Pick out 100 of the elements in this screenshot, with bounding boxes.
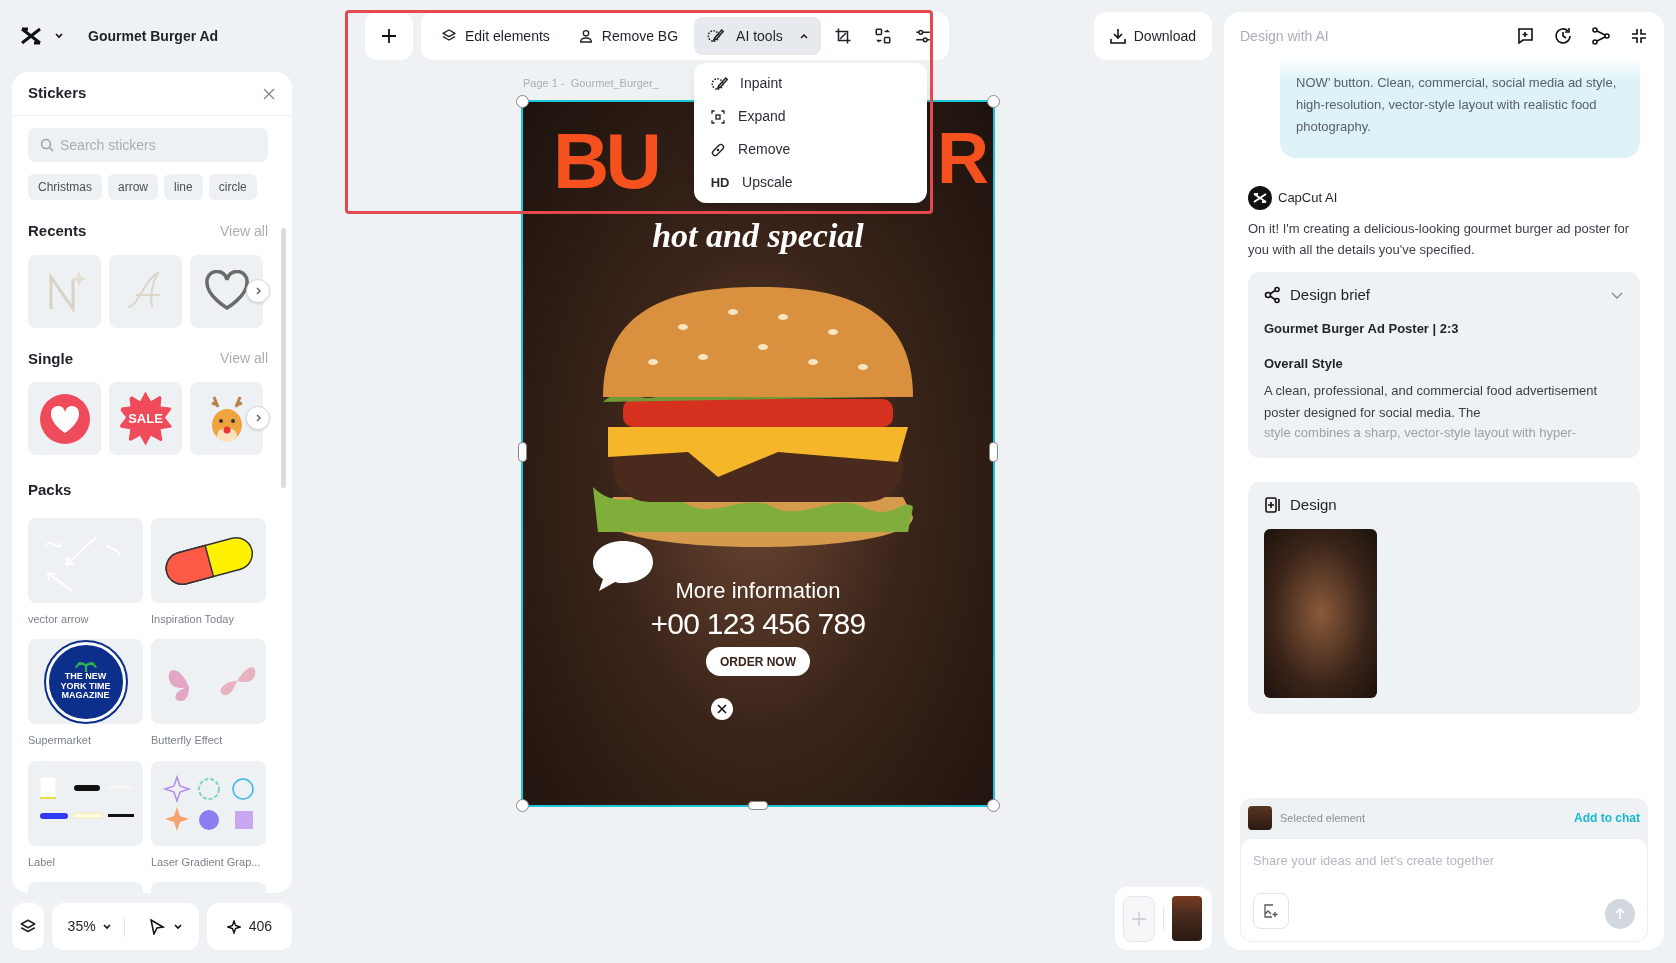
zoom-dropdown[interactable]: 35% <box>67 916 112 937</box>
section-title: Packs <box>28 480 73 500</box>
pointer-icon <box>148 918 165 935</box>
resize-handle[interactable] <box>989 442 998 462</box>
brush-icon <box>710 74 729 93</box>
toolbar-button[interactable]: Remove BG <box>565 18 691 54</box>
user-message: NOW’ button. Clean, commercial, social media ad style, high-resolution, vector-style layout with realistic food photography. <box>1280 56 1640 158</box>
expand-icon <box>710 108 727 125</box>
swap-icon <box>873 27 892 45</box>
chevron-right-icon <box>253 285 263 296</box>
tag-chip[interactable]: line <box>164 174 203 200</box>
menu-item[interactable]: Remove <box>694 133 928 166</box>
chevron-down-icon <box>101 921 112 932</box>
chevron-down-icon <box>172 921 183 932</box>
order-now-button: ORDER NOW <box>706 647 810 676</box>
menu-item[interactable]: HD Upscale <box>694 166 928 199</box>
menu-item[interactable]: Expand <box>694 100 928 133</box>
selected-element-thumbnail <box>1248 806 1272 830</box>
page-label: Page 1 - Gourmet_Burger_ <box>523 77 659 89</box>
nodes-icon <box>1264 286 1282 305</box>
tag-chip[interactable]: arrow <box>108 174 159 200</box>
poster-phone: +00 123 456 789 <box>649 606 867 642</box>
sticker-pack-tile[interactable] <box>28 760 143 846</box>
section-title: Single <box>28 348 73 369</box>
heart-icon <box>203 270 250 312</box>
ai-tools-button[interactable]: AI tools <box>694 17 821 55</box>
layers-button[interactable] <box>12 903 44 950</box>
collapse-icon[interactable] <box>1630 27 1648 45</box>
resize-handle[interactable] <box>987 95 1000 108</box>
brief-section-title: Overall Style <box>1264 355 1344 373</box>
crop-icon <box>833 27 852 45</box>
pack-label: vector arrow <box>28 611 90 627</box>
sticker-tile[interactable] <box>109 254 182 328</box>
add-image-button[interactable] <box>1253 893 1289 929</box>
pointer-dropdown[interactable] <box>148 918 183 935</box>
resize-handle[interactable] <box>748 801 768 810</box>
resize-handle[interactable] <box>987 799 1000 812</box>
poster-headline: R <box>937 122 989 194</box>
add-button[interactable] <box>365 12 413 60</box>
sticker-pack-tile[interactable] <box>151 639 266 724</box>
new-chat-icon[interactable] <box>1516 27 1534 45</box>
assistant-name: CapCut AI <box>1278 189 1338 208</box>
chevron-right-icon <box>253 413 263 423</box>
toolbar-button[interactable]: Edit elements <box>429 18 562 54</box>
sticker-tile[interactable] <box>28 254 101 328</box>
search-icon <box>40 138 54 152</box>
pack-label: Inspiration Today <box>151 611 235 627</box>
page-thumbnail[interactable] <box>1172 896 1202 941</box>
pack-label: Label <box>28 854 56 870</box>
poster-info-text: More information <box>674 577 842 605</box>
magazine-badge: THE NEW YORK TIME MAGAZINE <box>45 641 126 722</box>
tag-chip[interactable]: Christmas <box>28 174 102 200</box>
sticker-tile[interactable] <box>28 382 101 455</box>
poster-tagline: hot and special <box>651 219 865 253</box>
sticker-pack-tile[interactable]: THE NEW YORK TIME MAGAZINE <box>28 639 143 724</box>
download-button[interactable]: Download <box>1093 12 1212 60</box>
close-icon[interactable] <box>262 86 276 101</box>
pack-label: Butterfly Effect <box>151 733 224 748</box>
resize-handle[interactable] <box>518 442 527 462</box>
share-icon[interactable] <box>1592 27 1610 45</box>
chevron-down-icon[interactable] <box>54 31 64 41</box>
speech-bubble-icon <box>591 539 655 593</box>
selected-element-label: Selected element <box>1280 810 1365 826</box>
resize-handle[interactable] <box>516 95 529 108</box>
plus-icon <box>381 28 397 44</box>
brief-heading: Gourmet Burger Ad Poster | 2:3 <box>1264 319 1460 338</box>
download-icon <box>1109 28 1126 44</box>
arrow-up-icon <box>1614 908 1626 920</box>
assistant-message: On it! I'm creating a delicious-looking gourmet burger ad poster for you with all the details you've specified. <box>1248 220 1631 259</box>
sticker-tile[interactable] <box>190 382 263 455</box>
design-thumbnail[interactable] <box>1264 528 1377 698</box>
panel-title: Design with AI <box>1240 26 1329 46</box>
image-plus-icon <box>1264 904 1278 918</box>
app-logo-icon[interactable] <box>20 27 42 45</box>
search-field[interactable]: Search stickers <box>28 128 268 162</box>
sticker-pack-tile[interactable] <box>151 517 266 603</box>
sticker-tile[interactable]: SALE <box>109 382 182 455</box>
sliders-icon <box>913 27 932 45</box>
history-icon[interactable] <box>1554 27 1572 45</box>
panel-title: Stickers <box>28 83 87 104</box>
project-title[interactable]: Gourmet Burger Ad <box>88 25 219 47</box>
card-title: Design brief <box>1290 285 1371 305</box>
sticker-tile[interactable] <box>190 254 263 328</box>
resize-handle[interactable] <box>516 799 529 812</box>
menu-item[interactable]: Inpaint <box>694 67 928 100</box>
scrollbar-thumb[interactable] <box>281 228 286 488</box>
brief-text: style combines a sharp, vector-style layout with hyper- <box>1264 423 1578 442</box>
bandage-icon <box>710 141 727 158</box>
design-icon <box>1264 496 1282 515</box>
tag-chip[interactable]: circle <box>208 174 257 200</box>
chat-input-field[interactable]: Share your ideas and let's create together <box>1253 851 1635 871</box>
person-icon <box>577 28 594 44</box>
poster-headline: BU <box>553 122 658 200</box>
sticker-pack-tile[interactable] <box>151 760 266 846</box>
brief-text: A clean, professional, and commercial food advertisement poster designed for social media. The <box>1264 381 1599 422</box>
credits-button[interactable]: 406 <box>206 903 292 950</box>
pack-label: Laser Gradient Grap... <box>151 854 262 870</box>
sparkle-icon <box>226 919 241 934</box>
pack-label: Supermarket <box>28 733 92 748</box>
brush-icon <box>706 27 725 45</box>
